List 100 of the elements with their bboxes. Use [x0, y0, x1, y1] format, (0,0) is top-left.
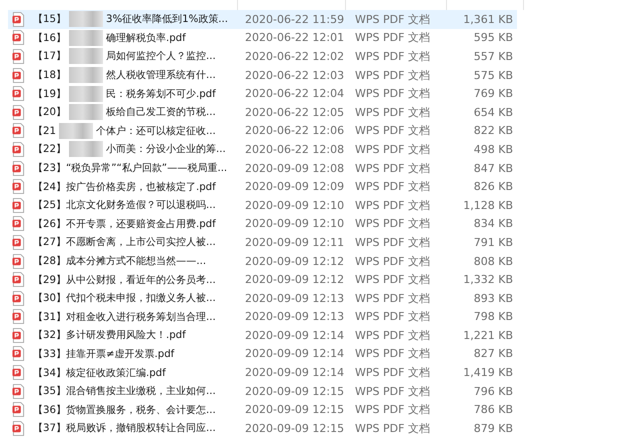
file-number: 【22】 — [33, 142, 66, 156]
file-size: 1,221 KB — [462, 328, 513, 342]
pdf-file-icon — [12, 48, 25, 64]
file-number: 【19】 — [33, 88, 66, 101]
pdf-file-icon — [12, 68, 25, 83]
file-size: 834 KB — [472, 217, 513, 230]
file-type: WPS PDF 文档 — [354, 86, 431, 102]
file-row[interactable]: 【31】对租金收入进行税务筹划当合理... 2020-09-09 12:13 WPS PDF 文档 798 KB — [8, 308, 517, 326]
pdf-file-icon — [12, 12, 25, 27]
file-name: 混合销售按主业缴税，主业如何... — [66, 384, 216, 398]
file-row[interactable]: 【27】不愿断舍离，上市公司实控人被... 2020-09-09 12:11 WPS PDF 文档 791 KB — [8, 233, 517, 252]
modified-date: 2020-06-22 12:03 — [244, 68, 346, 82]
file-name: 税局败诉，撤销股权转让合同应... — [66, 422, 216, 436]
file-number: 【15】 — [33, 12, 66, 26]
file-row[interactable]: 【24】按广告价格卖房，也被核定了.pdf 2020-09-09 12:09 WPS PDF 文档 826 KB — [8, 177, 517, 196]
file-size: 798 KB — [472, 310, 513, 324]
file-type: WPS PDF 文档 — [354, 198, 431, 213]
pdf-file-icon — [12, 142, 25, 157]
file-row[interactable]: 【37】税局败诉，撤销股权转让合同应... 2020-09-09 12:15 WPS PDF 文档 879 KB — [8, 419, 517, 438]
file-number: 【36】 — [33, 404, 66, 417]
modified-date: 2020-09-09 12:15 — [244, 384, 346, 398]
modified-date: 2020-09-09 12:10 — [244, 198, 346, 212]
file-size: 808 KB — [472, 254, 513, 268]
file-size: 595 KB — [472, 31, 513, 44]
modified-date: 2020-09-09 12:15 — [244, 422, 346, 435]
file-number: 【16】 — [33, 32, 66, 45]
file-size: 557 KB — [472, 50, 513, 63]
file-row[interactable]: 【20】 板给自己发工资的节税... 2020-06-22 12:05 WPS PDF 文档 654 KB — [8, 102, 517, 122]
file-row[interactable]: 【30】代扣个税未申报，扣缴义务人被... 2020-09-09 12:13 WPS PDF 文档 893 KB — [8, 288, 517, 308]
file-size: 1,361 KB — [462, 12, 513, 26]
pdf-file-icon — [12, 365, 25, 380]
file-name: 成本分摊方式不能想当然——... — [66, 254, 206, 268]
file-number: 【17】 — [33, 50, 66, 64]
file-number: 【31】 — [33, 310, 66, 324]
file-row[interactable]: 【36】货物置换服务，税务、会计要怎... 2020-09-09 12:15 WPS PDF 文档 786 KB — [8, 400, 517, 420]
file-row[interactable]: 【34】核定征收政策汇编.pdf 2020-09-09 12:14 WPS PDF 文档 1,419 KB — [8, 363, 517, 382]
file-row[interactable]: 【15】 3%征收率降低到1%政策... 2020-06-22 11:59 WPS PDF 文档 1,361 KB — [8, 10, 517, 29]
pdf-file-icon — [12, 30, 25, 46]
file-name: 然人税收管理系统有什... — [106, 68, 216, 82]
file-size: 654 KB — [472, 106, 513, 119]
file-row[interactable]: 【16】 确理解税负率.pdf 2020-06-22 12:01 WPS PDF 文档 595 KB — [8, 28, 517, 48]
modified-date: 2020-06-22 12:08 — [244, 142, 346, 156]
file-type: WPS PDF 文档 — [354, 142, 431, 157]
file-row[interactable]: 【18】 然人税收管理系统有什... 2020-06-22 12:03 WPS PDF 文档 575 KB — [8, 66, 517, 84]
pdf-file-icon — [12, 402, 25, 418]
file-type: WPS PDF 文档 — [354, 123, 431, 138]
pdf-file-icon — [12, 290, 25, 306]
modified-date: 2020-09-09 12:08 — [244, 162, 346, 175]
file-name: 不开专票，还要赔资金占用费.pdf — [66, 218, 216, 231]
pdf-file-icon — [12, 420, 25, 436]
file-name: 个体户：还可以核定征收... — [96, 124, 216, 138]
file-name: 从中公财报，看近年的公务员考... — [66, 274, 216, 287]
file-type: WPS PDF 文档 — [354, 12, 431, 27]
pdf-file-icon — [12, 86, 25, 102]
file-type: WPS PDF 文档 — [354, 384, 431, 399]
file-row[interactable]: 【29】从中公财报，看近年的公务员考... 2020-09-09 12:12 WPS PDF 文档 1,332 KB — [8, 270, 517, 289]
file-size: 1,419 KB — [462, 366, 513, 380]
file-type: WPS PDF 文档 — [354, 420, 431, 436]
file-row[interactable]: 【35】混合销售按主业缴税，主业如何... 2020-09-09 12:15 WPS PDF 文档 796 KB — [8, 382, 517, 400]
file-type: WPS PDF 文档 — [354, 254, 431, 269]
file-name: 核定征收政策汇编.pdf — [66, 366, 166, 380]
file-number: 【37】 — [33, 422, 66, 436]
file-type: WPS PDF 文档 — [354, 179, 431, 194]
file-row[interactable]: 【22】 小而美：分设小企业的筹... 2020-06-22 12:08 WPS PDF 文档 498 KB — [8, 140, 517, 159]
file-name: 北京文化财务造假？可以退税吗... — [66, 198, 216, 212]
file-size: 826 KB — [472, 180, 513, 194]
modified-date: 2020-09-09 12:12 — [244, 254, 346, 268]
pdf-file-icon — [12, 384, 25, 399]
modified-date: 2020-09-09 12:14 — [244, 366, 346, 380]
file-number: 【26】 — [33, 218, 66, 231]
file-type: WPS PDF 文档 — [354, 160, 431, 176]
file-name: 3%征收率降低到1%政策... — [106, 12, 228, 26]
file-type: WPS PDF 文档 — [354, 309, 431, 324]
file-number: 【18】 — [33, 68, 66, 82]
modified-date: 2020-09-09 12:11 — [244, 236, 346, 249]
file-row[interactable]: 【33】挂靠开票≠虚开发票.pdf 2020-09-09 12:14 WPS PDF 文档 827 KB — [8, 344, 517, 364]
pdf-file-icon — [12, 346, 25, 362]
modified-date: 2020-06-22 12:05 — [244, 106, 346, 119]
modified-date: 2020-09-09 12:14 — [244, 328, 346, 342]
modified-date: 2020-06-22 12:02 — [244, 50, 346, 63]
file-name: 小而美：分设小企业的筹... — [106, 142, 226, 156]
file-name: 确理解税负率.pdf — [106, 32, 186, 45]
file-size: 791 KB — [472, 236, 513, 249]
file-number: 【28】 — [33, 254, 66, 268]
file-row[interactable]: 【26】不开专票，还要赔资金占用费.pdf 2020-09-09 12:10 WPS PDF 文档 834 KB — [8, 214, 517, 234]
modified-date: 2020-09-09 12:13 — [244, 292, 346, 305]
file-row[interactable]: 【19】 民：税务筹划不可少.pdf 2020-06-22 12:04 WPS PDF 文档 769 KB — [8, 84, 517, 103]
pdf-file-icon — [12, 254, 25, 269]
file-row[interactable]: 【23】“税负异常”“私户回款”——税局重... 2020-09-09 12:08 WPS PDF 文档 847 KB — [8, 158, 517, 178]
file-row[interactable]: 【21 个体户：还可以核定征收... 2020-06-22 12:06 WPS PDF 文档 822 KB — [8, 122, 517, 140]
file-row[interactable]: 【25】北京文化财务造假？可以退税吗... 2020-09-09 12:10 WPS PDF 文档 1,128 KB — [8, 196, 517, 215]
file-size: 769 KB — [472, 87, 513, 100]
file-number: 【25】 — [33, 198, 66, 212]
modified-date: 2020-09-09 12:14 — [244, 347, 346, 360]
file-number: 【33】 — [33, 348, 66, 361]
file-row[interactable]: 【32】多计研发费用风险大！.pdf 2020-09-09 12:14 WPS PDF 文档 1,221 KB — [8, 326, 517, 345]
file-number: 【30】 — [33, 292, 66, 306]
file-row[interactable]: 【28】成本分摊方式不能想当然——... 2020-09-09 12:12 WPS PDF 文档 808 KB — [8, 252, 517, 270]
modified-date: 2020-06-22 12:01 — [244, 31, 346, 44]
file-row[interactable]: 【17】 局如何监控个人？监控... 2020-06-22 12:02 WPS PDF 文档 557 KB — [8, 47, 517, 66]
